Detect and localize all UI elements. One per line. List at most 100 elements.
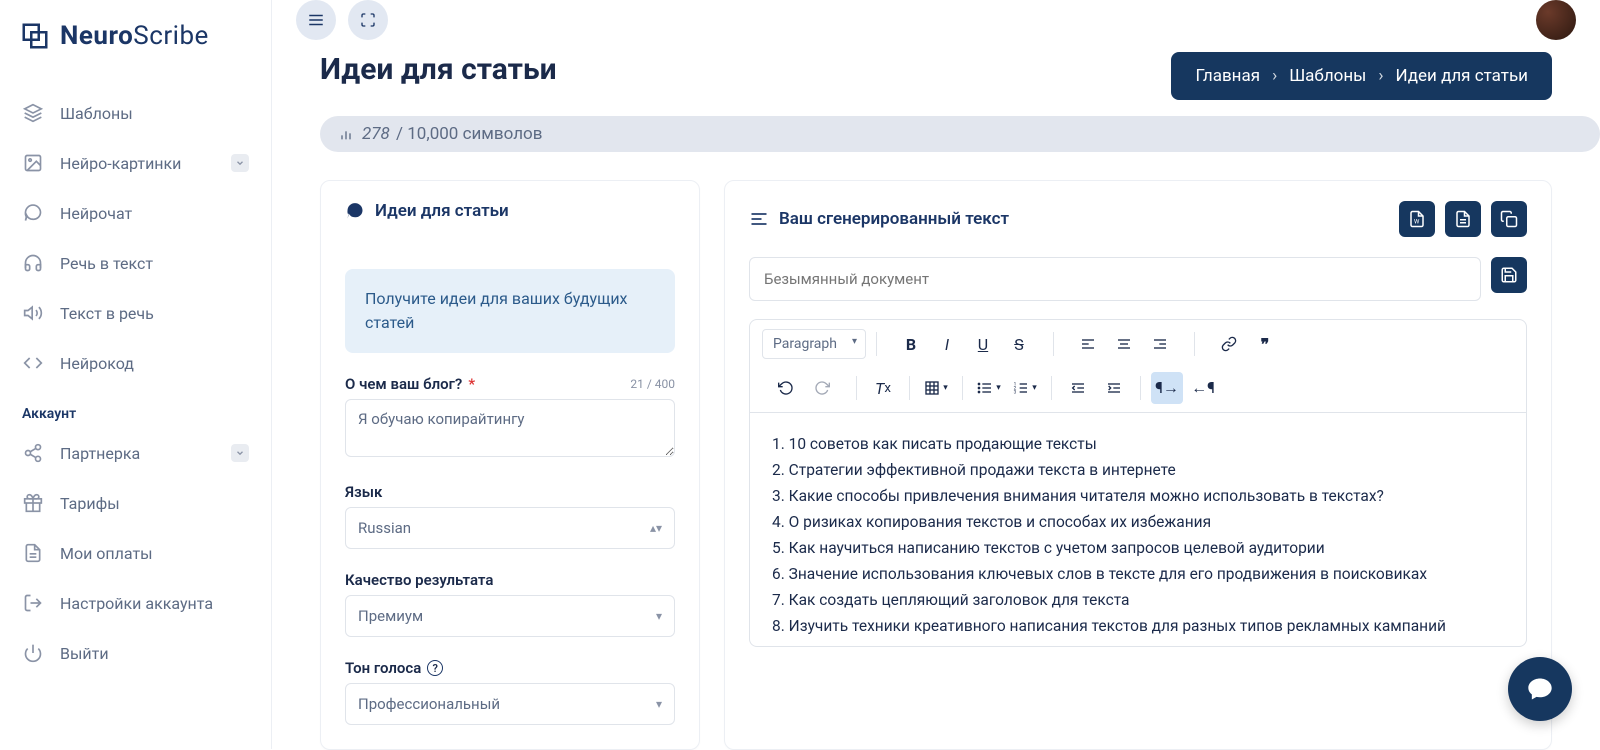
image-icon — [22, 152, 44, 174]
align-right-button[interactable] — [1144, 328, 1176, 360]
char-counter-pill: 278 / 10,000 символов — [320, 116, 1600, 152]
redo-button[interactable] — [806, 372, 838, 404]
ltr-button[interactable]: ¶→ — [1151, 372, 1183, 404]
table-button[interactable] — [920, 372, 952, 404]
share-icon — [22, 442, 44, 464]
logout-icon — [22, 592, 44, 614]
chevron-right-icon: › — [1378, 66, 1383, 86]
chars-total: 10,000 — [407, 124, 458, 144]
sidebar-item-plans[interactable]: Тарифы — [10, 482, 261, 524]
list-item: Как создать цепляющий заголовок для текс… — [772, 587, 1504, 613]
chevron-right-icon: › — [1272, 66, 1277, 86]
chars-label: символов — [463, 124, 543, 144]
quality-label: Качество результата — [345, 571, 675, 589]
align-left-button[interactable] — [1072, 328, 1104, 360]
breadcrumb: Главная › Шаблоны › Идеи для статьи — [1171, 52, 1552, 100]
input-card-title: Идеи для статьи — [375, 201, 509, 221]
receipt-icon — [22, 542, 44, 564]
sidebar-item-label: Нейро-картинки — [60, 154, 181, 173]
logo-icon — [20, 21, 50, 51]
list-item: Стратегии эффективной продажи текста в и… — [772, 457, 1504, 483]
chars-current: 278 — [362, 124, 390, 144]
link-button[interactable] — [1213, 328, 1245, 360]
export-text-button[interactable] — [1445, 201, 1481, 237]
quote-button[interactable]: ❞ — [1249, 328, 1281, 360]
blog-label: О чем ваш блог?* 21 / 400 — [345, 375, 675, 393]
sidebar-item-label: Речь в текст — [60, 254, 153, 273]
sidebar-item-stt[interactable]: Речь в текст — [10, 242, 261, 284]
sidebar-item-label: Настройки аккаунта — [60, 594, 213, 613]
number-list-button[interactable]: 123 — [1009, 372, 1041, 404]
list-item: Изучить техники креативного написания те… — [772, 613, 1504, 639]
export-word-button[interactable]: W — [1399, 201, 1435, 237]
paragraph-select[interactable]: Paragraph — [762, 329, 866, 359]
sidebar-item-label: Тарифы — [60, 494, 120, 513]
chat-icon — [22, 202, 44, 224]
sidebar-item-settings[interactable]: Настройки аккаунта — [10, 582, 261, 624]
output-card: Ваш сгенерированный текст W Paragraph — [724, 180, 1552, 750]
input-card-header: Идеи для статьи — [321, 181, 699, 241]
list-item: Какие способы привлечения внимания читат… — [772, 483, 1504, 509]
bullet-list-button[interactable] — [973, 372, 1005, 404]
document-name-input[interactable] — [749, 257, 1481, 301]
page-title: Идеи для статьи — [320, 52, 557, 87]
chevron-down-icon — [231, 444, 249, 462]
underline-button[interactable]: U — [967, 328, 999, 360]
chat-fab-button[interactable] — [1508, 657, 1572, 721]
sidebar-item-label: Текст в речь — [60, 304, 154, 323]
strike-button[interactable]: S — [1003, 328, 1035, 360]
bold-button[interactable]: B — [895, 328, 927, 360]
menu-toggle-button[interactable] — [296, 0, 336, 40]
copy-button[interactable] — [1491, 201, 1527, 237]
sidebar-item-chat[interactable]: Нейрочат — [10, 192, 261, 234]
rtl-button[interactable]: ←¶ — [1187, 372, 1219, 404]
clear-format-button[interactable]: Tx — [867, 372, 899, 404]
sidebar-item-payments[interactable]: Мои оплаты — [10, 532, 261, 574]
power-icon — [22, 642, 44, 664]
blog-char-counter: 21 / 400 — [630, 377, 675, 391]
tone-label: Тон голоса ? — [345, 659, 675, 677]
indent-button[interactable] — [1098, 372, 1130, 404]
editor-content[interactable]: 10 советов как писать продающие текстыСт… — [749, 413, 1527, 647]
output-card-header: Ваш сгенерированный текст W — [725, 181, 1551, 257]
sidebar-item-logout[interactable]: Выйти — [10, 632, 261, 674]
sidebar: NeuroScribe Шаблоны Нейро-картинки Нейро… — [0, 0, 272, 749]
save-button[interactable] — [1491, 257, 1527, 293]
help-icon[interactable]: ? — [427, 660, 443, 676]
code-icon — [22, 352, 44, 374]
quality-select[interactable]: Премиум▾ — [345, 595, 675, 637]
logo[interactable]: NeuroScribe — [0, 0, 271, 72]
sidebar-item-templates[interactable]: Шаблоны — [10, 92, 261, 134]
list-item: Как научиться написанию текстов с учетом… — [772, 535, 1504, 561]
outdent-button[interactable] — [1062, 372, 1094, 404]
sidebar-item-tts[interactable]: Текст в речь — [10, 292, 261, 334]
editor-toolbar: Paragraph B I U S — [749, 319, 1527, 413]
list-item: 10 советов как писать продающие тексты — [772, 431, 1504, 457]
list-item: Как научиться определять эмоциональный о… — [772, 639, 1504, 647]
topbar — [272, 0, 1600, 40]
undo-button[interactable] — [770, 372, 802, 404]
gift-icon — [22, 492, 44, 514]
sidebar-item-label: Нейрокод — [60, 354, 134, 373]
sidebar-item-images[interactable]: Нейро-картинки — [10, 142, 261, 184]
list-item: О ризиках копирования текстов и способах… — [772, 509, 1504, 535]
italic-button[interactable]: I — [931, 328, 963, 360]
output-card-title: Ваш сгенерированный текст — [779, 209, 1399, 229]
breadcrumb-home[interactable]: Главная — [1195, 66, 1260, 86]
sidebar-item-code[interactable]: Нейрокод — [10, 342, 261, 384]
sidebar-item-affiliate[interactable]: Партнерка — [10, 432, 261, 474]
avatar[interactable] — [1536, 0, 1576, 40]
breadcrumb-templates[interactable]: Шаблоны — [1289, 66, 1366, 86]
header-row: Идеи для статьи Главная › Шаблоны › Идеи… — [272, 40, 1600, 100]
layers-icon — [22, 102, 44, 124]
align-center-button[interactable] — [1108, 328, 1140, 360]
lang-select[interactable]: Russian▴▾ — [345, 507, 675, 549]
blog-textarea[interactable] — [345, 399, 675, 457]
tone-select[interactable]: Профессиональный▾ — [345, 683, 675, 725]
fullscreen-button[interactable] — [348, 0, 388, 40]
info-box: Получите идеи для ваших будущих статей — [345, 269, 675, 353]
svg-text:3: 3 — [1014, 389, 1017, 395]
volume-icon — [22, 302, 44, 324]
sidebar-item-label: Партнерка — [60, 444, 140, 463]
content-row: Идеи для статьи Получите идеи для ваших … — [272, 152, 1600, 750]
